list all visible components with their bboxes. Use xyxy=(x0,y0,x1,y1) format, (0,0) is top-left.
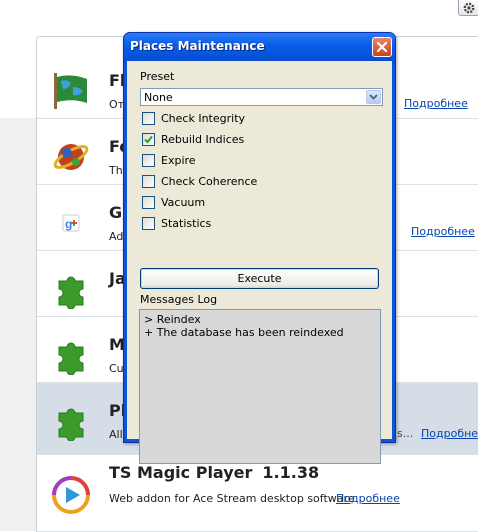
dialog-title: Places Maintenance xyxy=(130,39,265,53)
colorful-globe-icon xyxy=(53,144,89,170)
option-label: Check Integrity xyxy=(161,112,246,125)
checkmark-icon xyxy=(144,135,153,144)
messages-log-label: Messages Log xyxy=(140,293,218,306)
puzzle-piece-icon xyxy=(58,276,84,309)
checkbox[interactable] xyxy=(142,112,155,125)
flag-globe-icon xyxy=(54,73,87,109)
category-sidebar xyxy=(0,118,36,531)
addon-description: Web addon for Ace Stream desktop softwar… xyxy=(109,492,355,505)
option-label: Statistics xyxy=(161,217,212,230)
checkbox[interactable] xyxy=(142,196,155,209)
dropdown-arrow-button[interactable] xyxy=(366,90,381,104)
addon-description: От xyxy=(109,98,125,111)
google-plus-icon: g xyxy=(62,214,80,232)
dialog-body: Preset None Check Integrity Rebuild Indi… xyxy=(127,61,392,464)
close-button[interactable] xyxy=(372,37,392,57)
preset-label: Preset xyxy=(140,70,175,83)
option-label: Check Coherence xyxy=(161,175,258,188)
more-link[interactable]: Подробнее xyxy=(411,225,475,238)
puzzle-piece-icon xyxy=(58,408,84,441)
toolbar-area xyxy=(0,0,478,36)
messages-log[interactable]: > Reindex + The database has been reinde… xyxy=(139,309,381,464)
preset-select[interactable]: None xyxy=(140,88,383,106)
gear-icon xyxy=(463,2,475,13)
option-label: Rebuild Indices xyxy=(161,133,245,146)
truncation-ellipsis: s... xyxy=(397,427,414,440)
option-label: Vacuum xyxy=(161,196,206,209)
close-icon xyxy=(376,41,388,53)
addon-version: 1.1.38 xyxy=(262,463,320,482)
dialog-titlebar[interactable]: Places Maintenance xyxy=(124,33,395,61)
puzzle-piece-icon xyxy=(58,342,84,375)
checkbox[interactable] xyxy=(142,217,155,230)
checkbox[interactable] xyxy=(142,175,155,188)
log-line: > Reindex xyxy=(144,313,201,326)
addon-title: TS Magic Player xyxy=(109,463,253,482)
addon-row[interactable]: TS Magic Player 1.1.38 Web addon for Ace … xyxy=(37,455,478,532)
preset-value: None xyxy=(144,91,173,104)
places-maintenance-dialog: Places Maintenance Preset None Check Int… xyxy=(123,32,396,464)
checkbox[interactable] xyxy=(142,154,155,167)
more-link[interactable]: Подробнее xyxy=(421,427,478,440)
chevron-down-icon xyxy=(369,94,378,100)
tools-gear-button[interactable] xyxy=(458,0,478,16)
more-link[interactable]: Подробнее xyxy=(404,97,468,110)
addon-name: TS Magic Player 1.1.38 xyxy=(109,463,319,482)
more-link[interactable]: Подробнее xyxy=(336,492,400,505)
play-button-icon xyxy=(52,476,90,514)
addon-name: G xyxy=(109,203,123,222)
checkbox-checked[interactable] xyxy=(142,133,155,146)
log-line: + The database has been reindexed xyxy=(144,326,344,339)
option-label: Expire xyxy=(161,154,196,167)
execute-button[interactable]: Execute xyxy=(140,268,379,289)
